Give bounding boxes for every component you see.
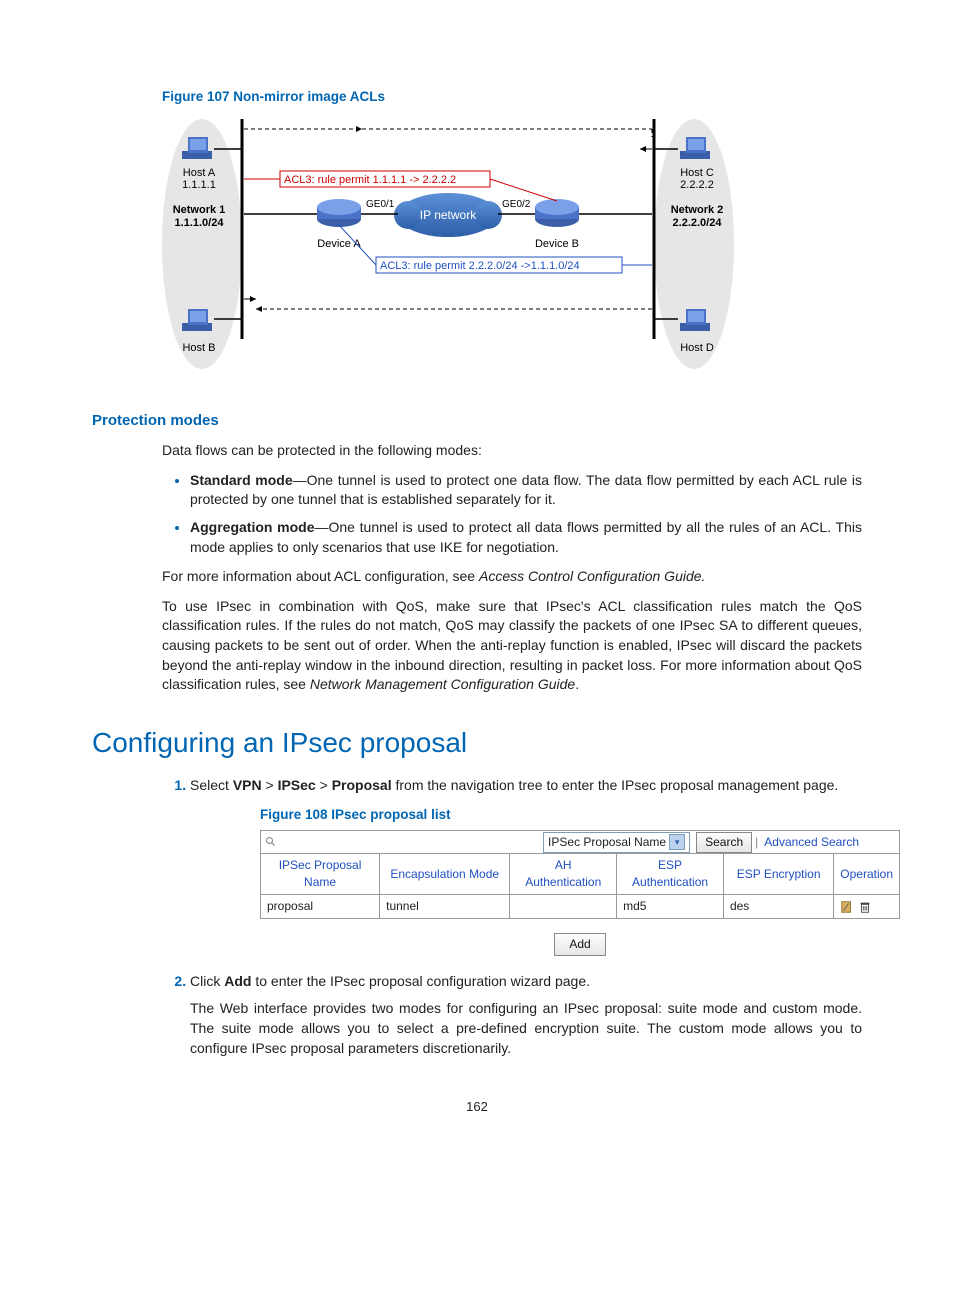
add-bold: Add — [224, 973, 251, 989]
figure-108-caption: Figure 108 IPsec proposal list — [260, 806, 862, 825]
host-a-label: Host A — [183, 167, 216, 179]
proposal-table: IPSec Proposal Name Encapsulation Mode A… — [260, 853, 900, 918]
ipsec-proposal-ui: IPSec Proposal Name ▾ Search | Advanced … — [260, 830, 900, 955]
trash-icon[interactable] — [858, 900, 872, 914]
network-1-label: Network 1 — [173, 204, 226, 216]
figure-107-diagram: Host A 1.1.1.1 Network 1 1.1.1.0/24 Host… — [162, 119, 734, 380]
th-op: Operation — [834, 854, 900, 895]
table-row: proposal tunnel md5 des — [261, 895, 900, 919]
aggregation-mode-item: Aggregation mode—One tunnel is used to p… — [190, 518, 862, 557]
network-2-label: Network 2 — [671, 204, 724, 216]
th-encap[interactable]: Encapsulation Mode — [380, 854, 510, 895]
host-c-label: Host C — [680, 167, 714, 179]
host-b-label: Host B — [182, 342, 215, 354]
acl-more-info: For more information about ACL configura… — [162, 567, 862, 587]
search-row: IPSec Proposal Name ▾ Search | Advanced … — [260, 830, 900, 854]
ip-network-label: IP network — [420, 208, 477, 222]
device-b-label: Device B — [535, 238, 579, 250]
add-row: Add — [260, 933, 900, 956]
configuring-heading: Configuring an IPsec proposal — [92, 723, 862, 762]
th-esp-enc[interactable]: ESP Encryption — [723, 854, 833, 895]
page-number: 162 — [92, 1098, 862, 1116]
search-icon — [265, 836, 277, 848]
th-esp-auth[interactable]: ESP Authentication — [617, 854, 724, 895]
host-d-label: Host D — [680, 342, 714, 354]
edit-icon[interactable] — [840, 900, 854, 914]
add-button[interactable]: Add — [554, 933, 605, 956]
search-button[interactable]: Search — [696, 832, 752, 853]
step-2: Click Add to enter the IPsec proposal co… — [190, 972, 862, 1058]
aggregation-mode-bold: Aggregation mode — [190, 519, 315, 535]
steps-list: Select VPN > IPSec > Proposal from the n… — [162, 776, 862, 1058]
th-name[interactable]: IPSec Proposal Name — [261, 854, 380, 895]
device-a-label: Device A — [317, 238, 361, 250]
host-a-ip: 1.1.1.1 — [182, 179, 216, 191]
ge01-label: GE0/1 — [366, 199, 395, 210]
step-2-detail: The Web interface provides two modes for… — [190, 999, 862, 1058]
step-1: Select VPN > IPSec > Proposal from the n… — [190, 776, 862, 956]
cell-name: proposal — [261, 895, 380, 919]
chevron-down-icon: ▾ — [669, 834, 685, 850]
advanced-search-link[interactable]: Advanced Search — [764, 834, 859, 851]
acl-top-label: ACL3: rule permit 1.1.1.1 -> 2.2.2.2 — [284, 174, 456, 186]
acl-guide-ref: Access Control Configuration Guide. — [479, 568, 705, 584]
qos-guide-ref: Network Management Configuration Guide — [310, 676, 575, 692]
search-field-select[interactable]: IPSec Proposal Name ▾ — [543, 832, 690, 853]
table-header-row: IPSec Proposal Name Encapsulation Mode A… — [261, 854, 900, 895]
breadcrumb-ipsec: IPSec — [278, 777, 316, 793]
host-c-ip: 2.2.2.2 — [680, 179, 714, 191]
protection-list: Standard mode—One tunnel is used to prot… — [162, 471, 862, 557]
standard-mode-bold: Standard mode — [190, 472, 293, 488]
network-2-subnet: 2.2.2.0/24 — [673, 217, 723, 229]
qos-info: To use IPsec in combination with QoS, ma… — [162, 597, 862, 695]
cell-operation — [834, 895, 900, 919]
search-input[interactable] — [261, 836, 540, 848]
standard-mode-item: Standard mode—One tunnel is used to prot… — [190, 471, 862, 510]
cell-encap: tunnel — [380, 895, 510, 919]
search-select-value: IPSec Proposal Name — [548, 834, 666, 851]
acl-bottom-label: ACL3: rule permit 2.2.2.0/24 ->1.1.1.0/2… — [380, 260, 580, 272]
breadcrumb-vpn: VPN — [233, 777, 262, 793]
cell-esp-auth: md5 — [617, 895, 724, 919]
cell-esp-enc: des — [723, 895, 833, 919]
protection-intro: Data flows can be protected in the follo… — [162, 441, 862, 461]
network-1-subnet: 1.1.1.0/24 — [175, 217, 225, 229]
protection-modes-heading: Protection modes — [92, 410, 862, 431]
cell-ah — [510, 895, 617, 919]
figure-107-caption: Figure 107 Non-mirror image ACLs — [92, 88, 862, 107]
breadcrumb-proposal: Proposal — [332, 777, 392, 793]
ge02-label: GE0/2 — [502, 199, 531, 210]
th-ah[interactable]: AH Authentication — [510, 854, 617, 895]
